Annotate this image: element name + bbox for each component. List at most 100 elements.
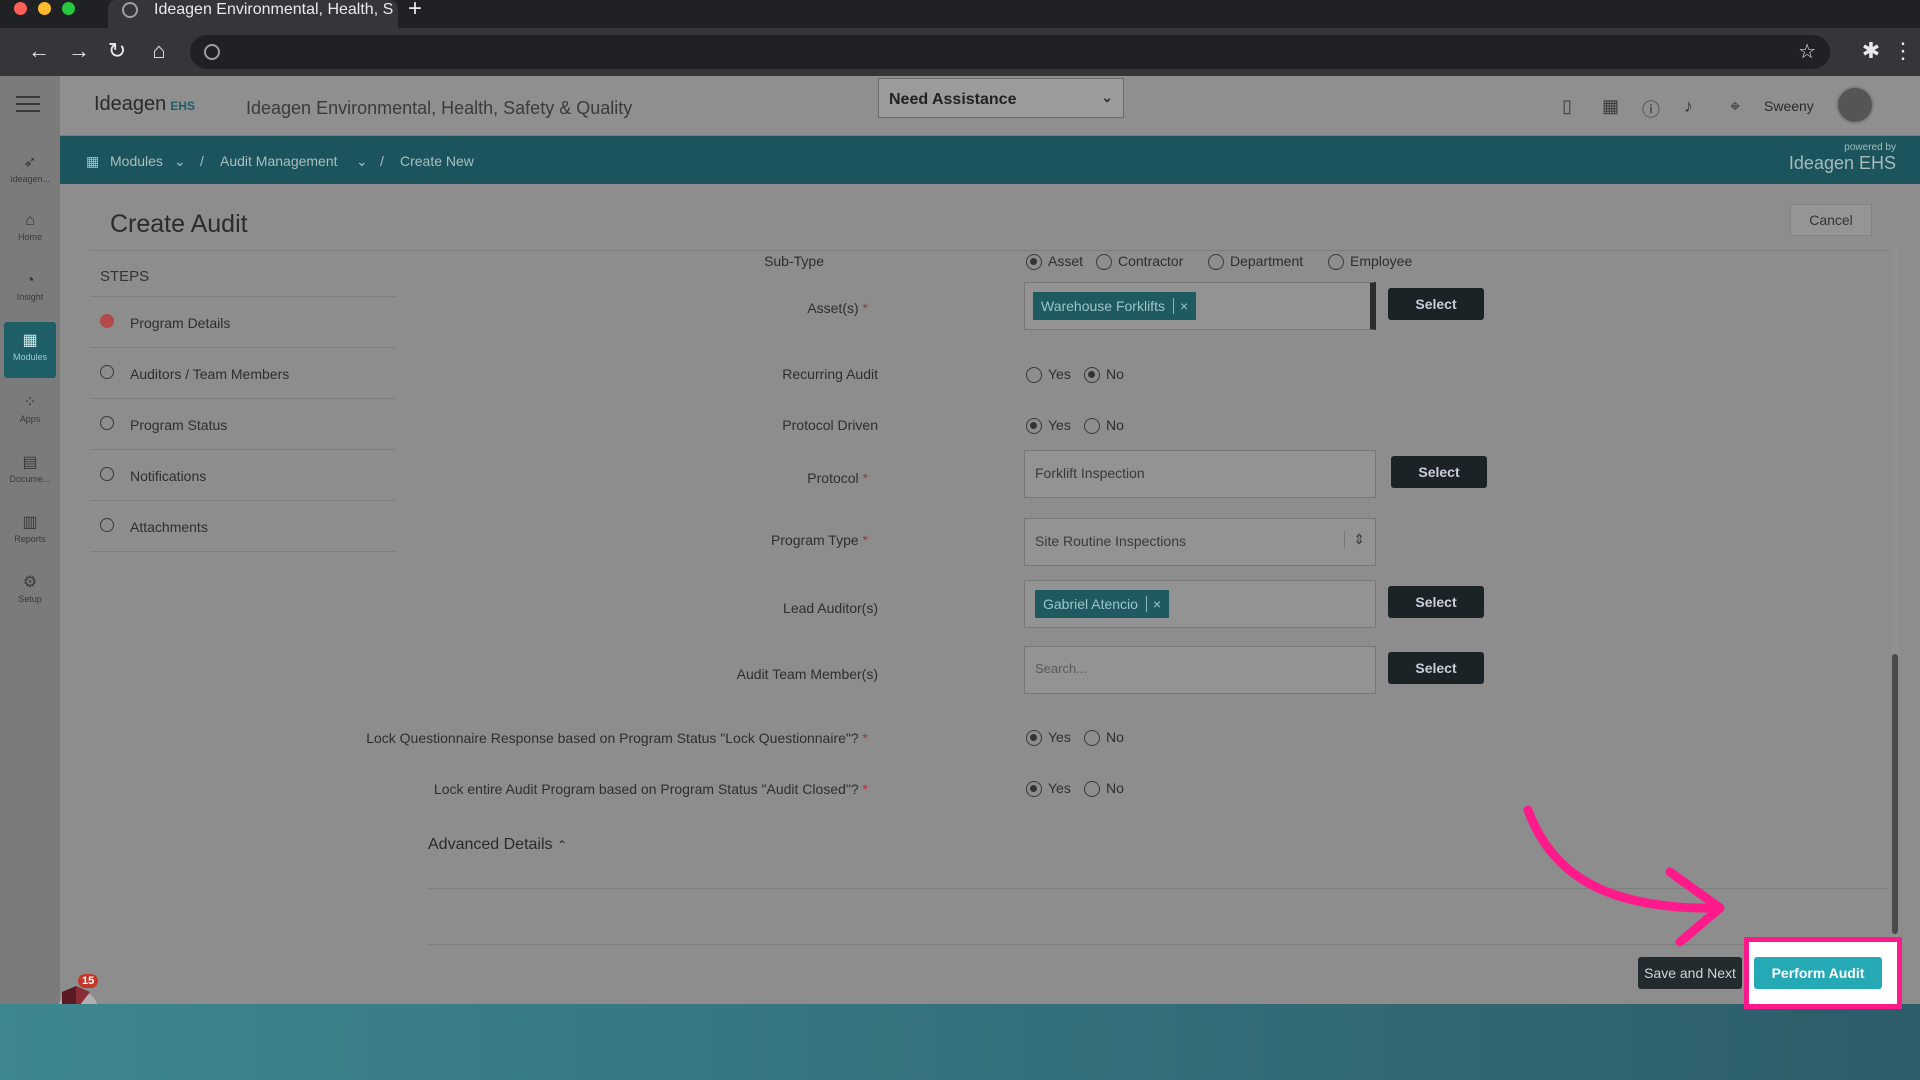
- site-info-icon[interactable]: [204, 44, 220, 60]
- reload-icon[interactable]: ↻: [104, 38, 130, 64]
- setup-icon: ⚙: [22, 574, 38, 591]
- assets-field[interactable]: Warehouse Forklifts ×: [1024, 282, 1376, 330]
- hamburger-menu-icon[interactable]: [16, 96, 40, 98]
- step-program-details[interactable]: Program Details: [90, 297, 396, 348]
- app-logo[interactable]: Ideagen EHS: [94, 93, 195, 116]
- app-header: Ideagen EHS Ideagen Environmental, Health…: [60, 76, 1920, 136]
- step-notifications[interactable]: Notifications: [90, 450, 396, 501]
- back-icon[interactable]: ←: [26, 38, 52, 64]
- pointer-arrow-annotation: [1523, 805, 1725, 947]
- save-and-next-button[interactable]: Save and Next: [1638, 957, 1742, 989]
- rail-item-setup[interactable]: ⚙ Setup: [0, 564, 60, 620]
- mobile-icon[interactable]: ▯: [1562, 96, 1572, 117]
- lock-questionnaire-yes-radio[interactable]: [1026, 730, 1042, 746]
- lock-audit-no-radio[interactable]: [1084, 781, 1100, 797]
- powered-by-logo: powered by Ideagen EHS: [1788, 142, 1896, 173]
- breadcrumb-separator: /: [380, 153, 384, 169]
- minimize-window-icon[interactable]: [38, 2, 51, 15]
- recurring-no-radio[interactable]: [1084, 367, 1100, 383]
- extensions-icon[interactable]: ✱: [1858, 38, 1884, 64]
- subtype-option: Employee: [1350, 253, 1413, 269]
- notification-count-badge: 15: [78, 974, 99, 988]
- radio-label: No: [1106, 780, 1124, 796]
- home-browser-icon[interactable]: ⌂: [146, 38, 172, 64]
- maximize-window-icon[interactable]: [62, 2, 75, 15]
- document-icon: ▤: [22, 454, 38, 471]
- lead-auditors-select-button[interactable]: Select: [1388, 586, 1484, 618]
- rail-item-reports[interactable]: ▥ Reports: [0, 504, 60, 560]
- need-assistance-dropdown[interactable]: Need Assistance ⌄: [878, 78, 1124, 118]
- rail-item-ideagen[interactable]: ➶ Ideagen...: [0, 144, 60, 200]
- address-bar[interactable]: ☆: [190, 35, 1830, 69]
- asset-chip: Warehouse Forklifts ×: [1033, 292, 1197, 320]
- page-title: Create Audit: [110, 210, 248, 238]
- browser-tab[interactable]: Ideagen Environmental, Health, S: [108, 0, 398, 28]
- step-attachments[interactable]: Attachments: [90, 501, 396, 552]
- scrollbar-thumb[interactable]: [1892, 654, 1898, 934]
- reports-icon: ▥: [22, 514, 38, 531]
- breadcrumb-audit-management[interactable]: Audit Management: [220, 153, 338, 169]
- home-icon: ⌂: [25, 212, 35, 229]
- radio-label: Yes: [1048, 417, 1071, 433]
- modules-icon: ▦: [22, 332, 38, 349]
- breadcrumb: ▦ Modules ⌄ / Audit Management ⌄ / Creat…: [60, 136, 1920, 184]
- breadcrumb-modules[interactable]: Modules: [110, 153, 163, 169]
- radio-label: No: [1106, 729, 1124, 745]
- modules-grid-icon: ▦: [86, 153, 100, 169]
- forward-icon[interactable]: →: [66, 38, 92, 64]
- notification-widget[interactable]: 15: [56, 974, 99, 1004]
- assets-select-button[interactable]: Select: [1388, 288, 1484, 320]
- bell-icon[interactable]: ♪: [1684, 96, 1693, 117]
- lock-questionnaire-no-radio[interactable]: [1084, 730, 1100, 746]
- remove-chip-icon[interactable]: ×: [1172, 298, 1189, 314]
- rail-item-insight[interactable]: ◔ Insight: [0, 264, 60, 320]
- rail-item-modules[interactable]: ▦ Modules: [4, 322, 56, 378]
- subtype-contractor-radio[interactable]: [1096, 254, 1112, 270]
- step-program-status[interactable]: Program Status: [90, 399, 396, 450]
- user-name[interactable]: Sweeny: [1764, 98, 1814, 114]
- subtype-employee-radio[interactable]: [1328, 254, 1344, 270]
- protocol-label: Protocol *: [807, 470, 868, 486]
- rail-item-apps[interactable]: ⁘ Apps: [0, 384, 60, 440]
- step-circle-icon: [100, 467, 114, 481]
- close-window-icon[interactable]: [14, 2, 27, 15]
- protocol-driven-no-radio[interactable]: [1084, 418, 1100, 434]
- rail-item-home[interactable]: ⌂ Home: [0, 204, 60, 260]
- subtype-department-radio[interactable]: [1208, 254, 1224, 270]
- step-circle-icon: [100, 365, 114, 379]
- team-members-search-input[interactable]: Search...: [1024, 646, 1376, 694]
- perform-audit-button[interactable]: Perform Audit: [1754, 957, 1882, 989]
- radio-label: No: [1106, 366, 1124, 382]
- team-members-label: Audit Team Member(s): [736, 666, 878, 682]
- rail-item-documents[interactable]: ▤ Docume...: [0, 444, 60, 500]
- radio-label: Yes: [1048, 780, 1071, 796]
- remove-chip-icon[interactable]: ×: [1145, 596, 1162, 612]
- protocol-select-button[interactable]: Select: [1391, 456, 1487, 488]
- browser-menu-icon[interactable]: ⋮: [1890, 38, 1916, 64]
- subtype-asset-radio[interactable]: [1026, 254, 1042, 270]
- bookmark-star-icon[interactable]: ☆: [1798, 39, 1816, 64]
- calendar-icon[interactable]: ▦: [1602, 96, 1619, 117]
- protocol-field[interactable]: Forklift Inspection: [1024, 450, 1376, 498]
- desktop-background: [0, 1004, 1920, 1080]
- advanced-details-toggle[interactable]: Advanced Details ⌃: [428, 836, 567, 854]
- steps-title: STEPS: [100, 268, 150, 285]
- lead-auditors-field[interactable]: Gabriel Atencio ×: [1024, 580, 1376, 628]
- help-icon[interactable]: ⓘ: [1642, 96, 1660, 122]
- browser-toolbar: ← → ↻ ⌂ ☆ ✱ ⋮: [0, 28, 1920, 76]
- location-pin-icon[interactable]: ⌖: [1730, 96, 1740, 117]
- program-type-select[interactable]: Site Routine Inspections ⇕: [1024, 518, 1376, 566]
- lock-audit-yes-radio[interactable]: [1026, 781, 1042, 797]
- chevron-down-icon[interactable]: ⌄: [356, 153, 368, 170]
- step-circle-icon: [100, 416, 114, 430]
- subtype-label: Sub-Type: [764, 253, 824, 269]
- team-members-select-button[interactable]: Select: [1388, 652, 1484, 684]
- protocol-driven-label: Protocol Driven: [782, 417, 878, 433]
- recurring-yes-radio[interactable]: [1026, 367, 1042, 383]
- step-auditors[interactable]: Auditors / Team Members: [90, 348, 396, 399]
- cancel-button[interactable]: Cancel: [1790, 204, 1872, 236]
- new-tab-button[interactable]: +: [408, 0, 422, 21]
- chevron-down-icon[interactable]: ⌄: [174, 153, 186, 170]
- protocol-driven-yes-radio[interactable]: [1026, 418, 1042, 434]
- avatar[interactable]: [1836, 86, 1874, 124]
